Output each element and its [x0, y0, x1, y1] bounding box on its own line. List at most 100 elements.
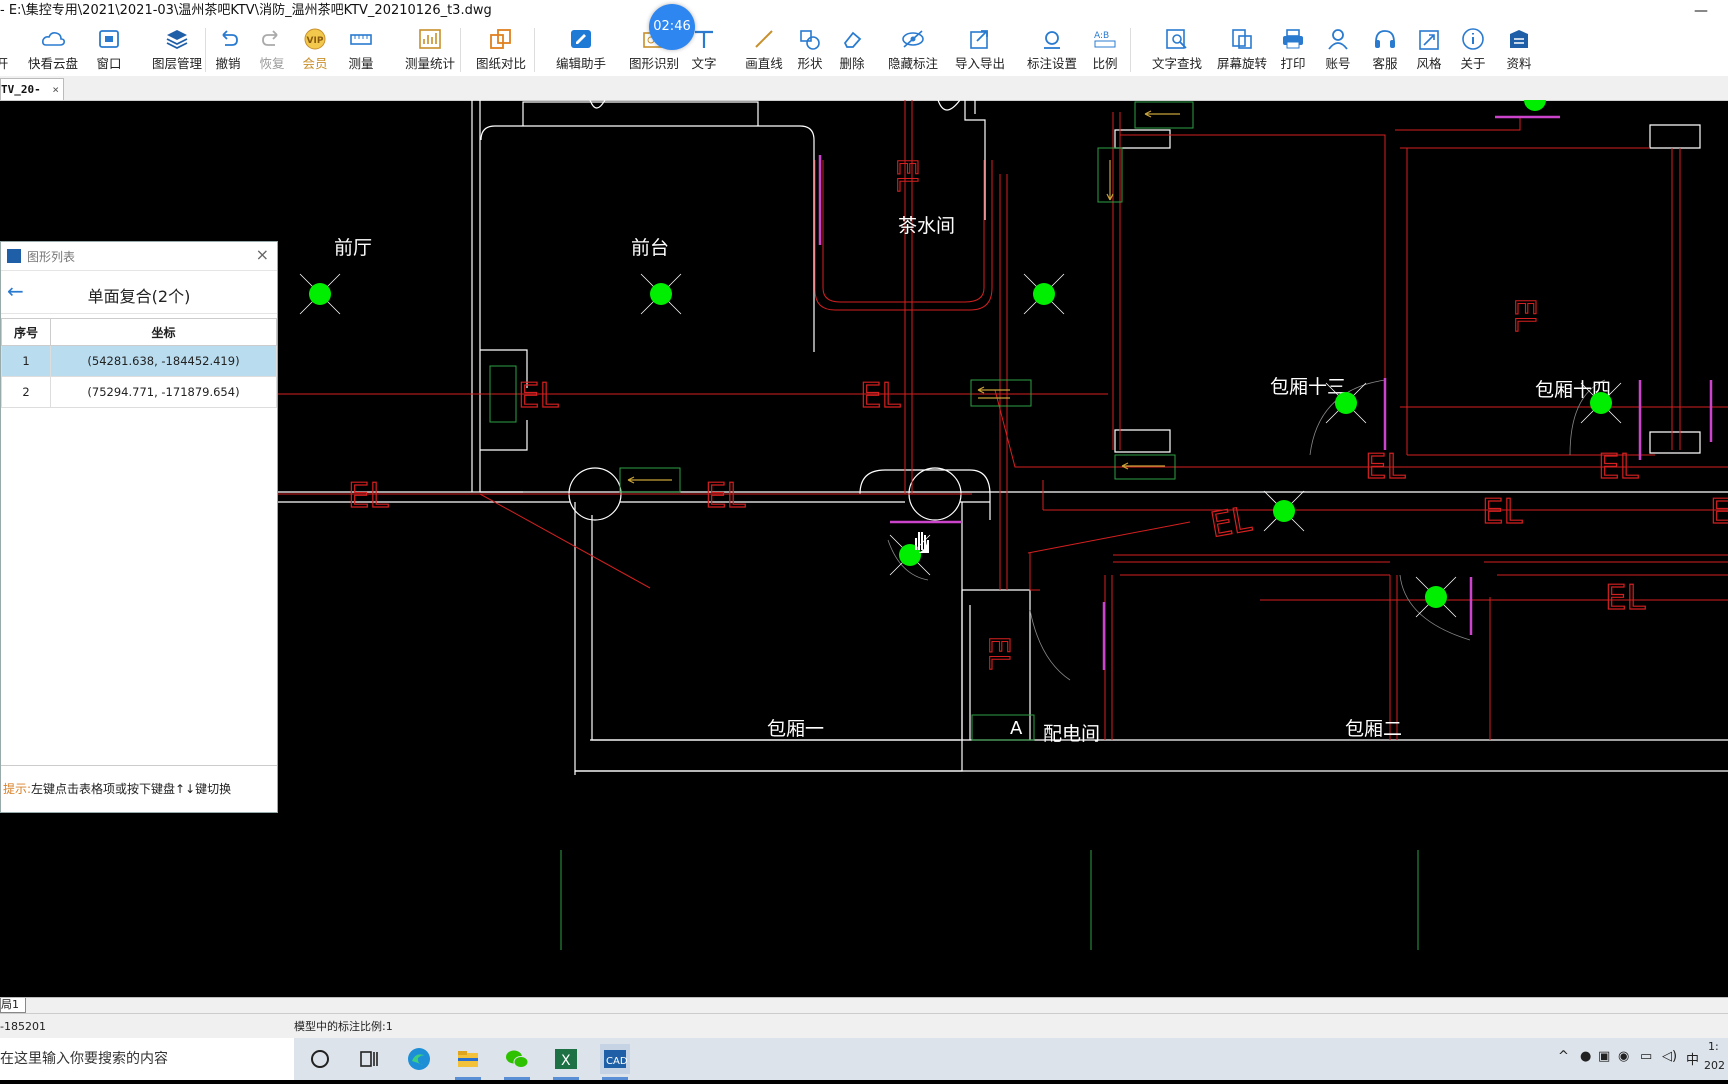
sprinkler-symbol[interactable]: [1415, 576, 1457, 618]
import-export-icon: [970, 30, 988, 49]
toolbar-button-open[interactable]: 开: [0, 22, 12, 76]
toolbar-button-vip[interactable]: VIP 会员: [296, 22, 334, 76]
el-label: EL: [518, 376, 558, 416]
sprinkler-symbol[interactable]: [1263, 490, 1305, 532]
row-coordinate[interactable]: (75294.771, -171879.654): [50, 376, 277, 408]
shape-icon: [800, 30, 820, 50]
clock-time[interactable]: 1:: [1708, 1040, 1719, 1053]
sprinkler-symbol[interactable]: [1524, 100, 1546, 111]
panel-hint: 提示:左键点击表格项或按下键盘↑↓键切换: [1, 765, 277, 812]
redo-icon: [262, 30, 278, 46]
toolbar-button-scale[interactable]: A:B 比例: [1087, 22, 1123, 76]
close-tab-icon[interactable]: ×: [52, 79, 59, 100]
toolbar-button-layers[interactable]: 图层管理: [140, 22, 214, 76]
excel-icon[interactable]: X: [551, 1044, 581, 1080]
table-row[interactable]: 2 (75294.771, -171879.654): [1, 376, 277, 408]
toolbar-button-rotate[interactable]: 屏幕旋转: [1208, 22, 1276, 76]
taskbar-search-box[interactable]: 在这里输入你要搜索的内容: [0, 1038, 294, 1080]
el-label: EL: [1710, 492, 1728, 532]
eraser-icon: [843, 31, 862, 48]
battery-icon[interactable]: ▭: [1640, 1049, 1652, 1064]
task-view-icon[interactable]: [354, 1044, 384, 1074]
toolbar-button-headset[interactable]: 客服: [1366, 22, 1404, 76]
room-labels: 前厅 前台 茶水间 包厢十三 包厢十四 包厢一 配电间 包厢二: [334, 215, 1611, 745]
el-label: EL: [891, 158, 924, 192]
toolbar-button-cloud[interactable]: 快看云盘: [28, 22, 78, 76]
sprinkler-symbol[interactable]: [1023, 273, 1065, 315]
annotation-settings-icon: [1044, 31, 1060, 49]
close-icon[interactable]: ×: [256, 245, 269, 264]
panel-subtitle: 单面复合(2个): [87, 287, 191, 306]
row-index[interactable]: 1: [1, 345, 51, 377]
annotation-scale: 模型中的标注比例:1: [294, 1020, 393, 1033]
compare-icon: [490, 29, 511, 49]
minimize-button[interactable]: —: [1694, 0, 1708, 22]
el-label: EL: [1208, 499, 1255, 545]
system-tray: ^ ● ▣ ◉ ▭ ◁) 中 1: 202: [1548, 1038, 1728, 1080]
microphone-icon[interactable]: ●: [1580, 1049, 1591, 1064]
row-index[interactable]: 2: [1, 376, 51, 408]
toolbar-button-account[interactable]: 账号: [1320, 22, 1356, 76]
toolbar-button-info[interactable]: 关于: [1455, 22, 1491, 76]
cortana-icon[interactable]: [305, 1044, 335, 1074]
layout-tab[interactable]: 局1: [0, 998, 26, 1013]
toolbar-button-label: 删除: [839, 56, 865, 71]
undo-icon: [222, 30, 238, 46]
toolbar-button-label: 文字查找: [1151, 56, 1202, 71]
tag-a: A: [971, 714, 1035, 741]
ime-indicator[interactable]: 中: [1686, 1049, 1699, 1068]
info-icon: [1462, 28, 1484, 50]
line-icon: [755, 30, 773, 48]
sprinkler-symbol[interactable]: [299, 273, 341, 315]
toolbar-separator: [205, 28, 206, 72]
toolbar-button-shape[interactable]: 形状: [790, 22, 830, 76]
rotate-icon: [1232, 29, 1252, 49]
toolbar-button-edit-assistant[interactable]: 编辑助手: [545, 22, 617, 76]
toolbar-button-docs[interactable]: 资料: [1501, 22, 1537, 76]
el-label: EL: [1598, 447, 1638, 487]
clock-date[interactable]: 202: [1704, 1059, 1725, 1072]
toolbar-button-measure[interactable]: 测量: [340, 22, 382, 76]
toolbar-button-line[interactable]: 画直线: [736, 22, 792, 76]
chevron-up-icon[interactable]: ^: [1558, 1049, 1569, 1064]
style-icon: [1419, 30, 1439, 50]
column-header-coordinate: 坐标: [50, 318, 277, 346]
file-explorer-icon[interactable]: [453, 1044, 483, 1080]
toolbar-button-hide-annotation[interactable]: 隐藏标注: [880, 22, 946, 76]
toolbar-button-style[interactable]: 风格: [1411, 22, 1447, 76]
toolbar-button-label: 导入导出: [954, 56, 1005, 71]
document-tab[interactable]: TV_20- ×: [0, 78, 64, 100]
toolbar-button-eraser[interactable]: 删除: [834, 22, 870, 76]
display-icon[interactable]: ▣: [1598, 1049, 1610, 1064]
volume-icon[interactable]: ◁): [1662, 1049, 1677, 1064]
toolbar-button-redo[interactable]: 恢复: [251, 22, 293, 76]
sprinkler-symbol[interactable]: [640, 273, 682, 315]
document-tab-label: TV_20-: [1, 83, 41, 96]
windows-taskbar: 在这里输入你要搜索的内容 X CAD ^ ● ▣ ◉ ▭ ◁) 中 1: 202: [0, 1038, 1728, 1080]
table-row[interactable]: 1 (54281.638, -184452.419): [1, 345, 277, 377]
toolbar-button-label: 会员: [302, 56, 328, 71]
toolbar-button-text-search[interactable]: 文字查找: [1140, 22, 1214, 76]
edit-assistant-icon: [571, 30, 591, 48]
row-coordinate[interactable]: (54281.638, -184452.419): [50, 345, 277, 377]
toolbar-button-import-export[interactable]: 导入导出: [950, 22, 1010, 76]
toolbar-button-label: 窗口: [96, 56, 122, 71]
toolbar-button-undo[interactable]: 撤销: [207, 22, 249, 76]
toolbar-button-measure-stats[interactable]: 测量统计: [396, 22, 464, 76]
vip-icon: VIP: [304, 28, 326, 50]
wechat-tray-icon[interactable]: ◉: [1618, 1049, 1629, 1064]
toolbar-button-label: 账号: [1325, 56, 1351, 71]
cad-viewer-icon[interactable]: CAD: [600, 1044, 630, 1080]
panel-title: 图形列表: [27, 250, 76, 264]
toolbar-button-annotation-settings[interactable]: 标注设置: [1019, 22, 1085, 76]
toolbar-button-window[interactable]: 窗口: [86, 22, 132, 76]
toolbar-button-label: 标注设置: [1026, 56, 1077, 71]
toolbar-button-label: 打印: [1280, 56, 1306, 71]
el-label: EL: [705, 476, 745, 516]
status-bar: -185201 模型中的标注比例:1: [0, 1013, 1728, 1039]
el-labels: EL EL EL EL EL EL EL EL EL EL: [347, 375, 1728, 618]
wechat-icon[interactable]: [502, 1044, 532, 1080]
edge-browser-icon[interactable]: [404, 1044, 434, 1074]
toolbar-button-compare[interactable]: 图纸对比: [466, 22, 536, 76]
toolbar-button-print[interactable]: 打印: [1274, 22, 1312, 76]
